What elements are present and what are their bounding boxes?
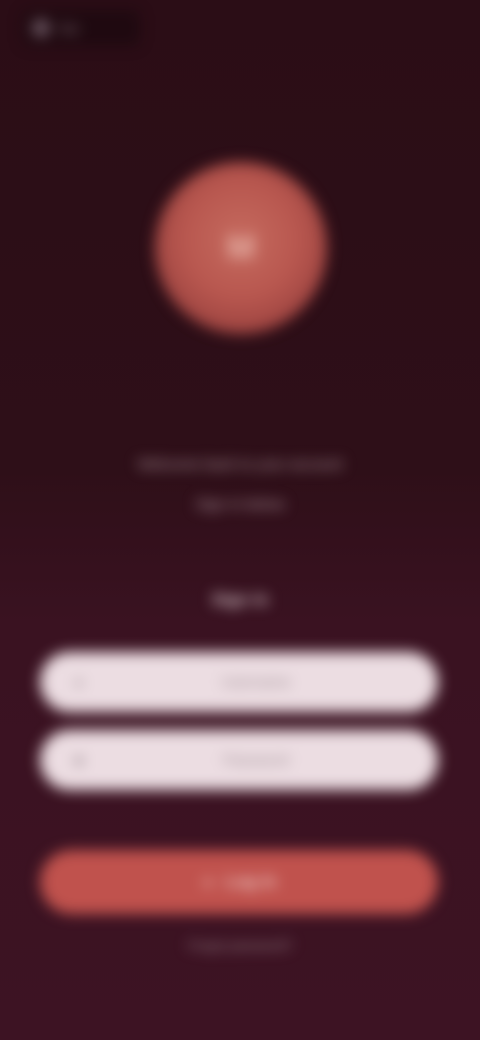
avatar-initial: M xyxy=(226,228,256,267)
lock-icon: ■ xyxy=(74,752,84,768)
username-input[interactable] xyxy=(104,673,408,691)
login-title: Sign in xyxy=(211,590,269,609)
status-chip[interactable]: App xyxy=(22,10,140,46)
username-field[interactable]: ● xyxy=(40,652,438,712)
tagline-line-1: Welcome back to your account xyxy=(137,456,343,473)
login-button[interactable]: ➜ Log in xyxy=(40,850,438,914)
user-icon: ● xyxy=(74,674,84,690)
avatar: M xyxy=(155,162,327,334)
status-label: App xyxy=(58,21,80,35)
password-input[interactable] xyxy=(104,751,408,769)
login-button-label: Log in xyxy=(225,872,277,891)
forgot-password-link[interactable]: Forgot password? xyxy=(0,938,480,953)
tagline-line-2: Sign in below xyxy=(195,496,285,513)
app-icon xyxy=(32,19,50,37)
password-field[interactable]: ■ xyxy=(40,730,438,790)
arrow-right-icon: ➜ xyxy=(201,873,214,890)
